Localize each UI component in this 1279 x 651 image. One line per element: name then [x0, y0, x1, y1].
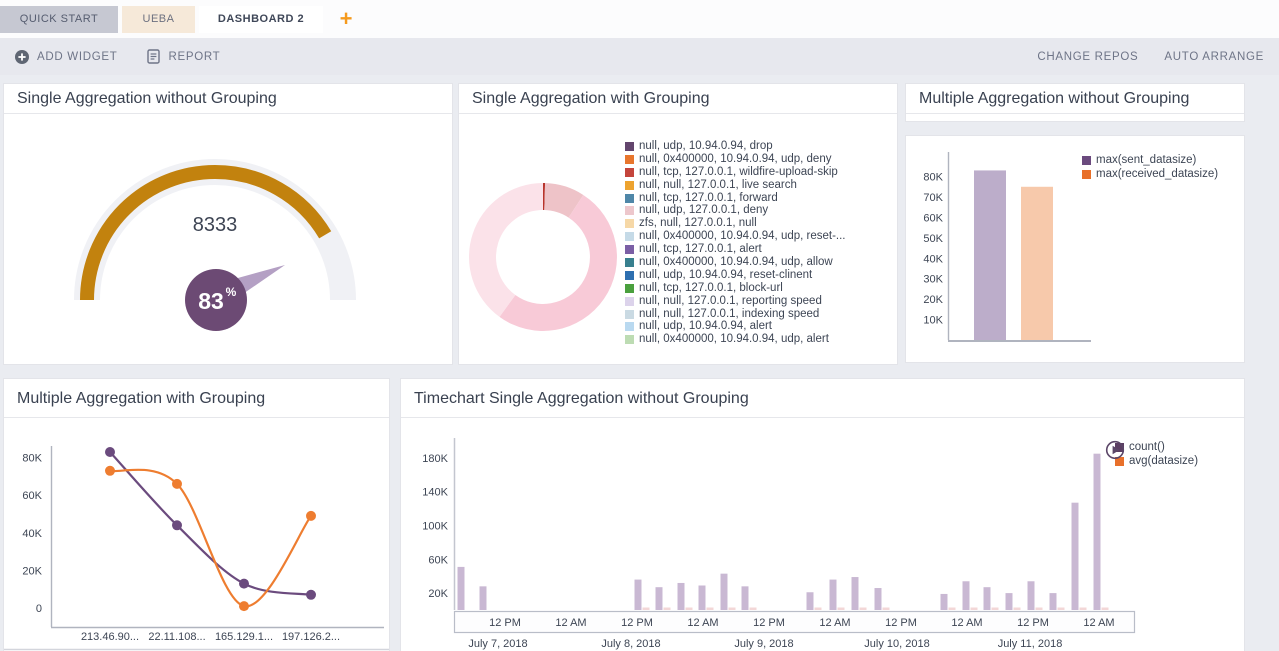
svg-text:0: 0 [36, 603, 42, 615]
timechart: count() avg(datasize) 20K60K100K140K180K… [401, 418, 1244, 651]
svg-text:20K: 20K [923, 294, 943, 306]
svg-text:12 PM: 12 PM [489, 617, 521, 629]
svg-text:70K: 70K [923, 192, 943, 204]
svg-text:July 11, 2018: July 11, 2018 [998, 638, 1063, 650]
svg-text:60K: 60K [22, 490, 42, 502]
donut-chart: null, udp, 10.94.0.94, dropnull, 0x40000… [459, 114, 897, 364]
svg-text:20K: 20K [428, 588, 448, 600]
widget-timechart-single-aggregation[interactable]: Timechart Single Aggregation without Gro… [400, 378, 1245, 651]
svg-text:50K: 50K [923, 233, 943, 245]
svg-text:22.11.108...: 22.11.108... [148, 631, 205, 643]
widget-single-aggregation-without-grouping[interactable]: Single Aggregation without Grouping 8333… [3, 83, 453, 365]
tab-ueba[interactable]: UEBA [122, 6, 195, 33]
svg-text:12 AM: 12 AM [819, 617, 850, 629]
report-label: REPORT [168, 51, 220, 63]
svg-text:140K: 140K [422, 487, 448, 499]
svg-text:165.129.1...: 165.129.1... [215, 631, 273, 643]
svg-text:12 PM: 12 PM [621, 617, 653, 629]
svg-text:100K: 100K [422, 521, 448, 533]
svg-text:July 8, 2018: July 8, 2018 [601, 638, 660, 650]
dashboard-canvas: Single Aggregation without Grouping 8333… [0, 75, 1279, 651]
widget-multiple-aggregation-without-grouping-title[interactable]: Multiple Aggregation without Grouping [905, 83, 1245, 122]
svg-text:12 AM: 12 AM [687, 617, 718, 629]
svg-text:213.46.90...: 213.46.90... [81, 631, 139, 643]
grouped-bar-chart: max(sent_datasize) max(received_datasize… [906, 136, 1244, 362]
plus-circle-icon [15, 50, 29, 64]
svg-text:197.126.2...: 197.126.2... [282, 631, 340, 643]
widget-single-aggregation-with-grouping[interactable]: Single Aggregation with Grouping null, u… [458, 83, 898, 365]
svg-text:12 PM: 12 PM [1017, 617, 1049, 629]
svg-text:8333: 8333 [193, 214, 238, 236]
report-button[interactable]: REPORT [147, 49, 220, 64]
widget-multiple-aggregation-without-grouping-body[interactable]: max(sent_datasize) max(received_datasize… [905, 135, 1245, 363]
tab-bar: QUICK START UEBA DASHBOARD 2 + [0, 0, 1279, 38]
svg-text:12 AM: 12 AM [951, 617, 982, 629]
svg-text:%: % [226, 285, 237, 299]
svg-text:83: 83 [198, 288, 224, 314]
svg-text:July 7, 2018: July 7, 2018 [468, 638, 527, 650]
svg-text:July 10, 2018: July 10, 2018 [864, 638, 929, 650]
svg-text:12 AM: 12 AM [555, 617, 586, 629]
svg-text:30K: 30K [923, 274, 943, 286]
add-widget-label: ADD WIDGET [37, 51, 117, 63]
svg-text:12 PM: 12 PM [753, 617, 785, 629]
svg-text:180K: 180K [422, 453, 448, 465]
add-tab-button[interactable]: + [333, 4, 359, 33]
widget-title: Timechart Single Aggregation without Gro… [401, 379, 1244, 418]
line-chart: 0 20K 40K 60K 80K 213.46.90... 22.11.108... 165… [4, 418, 389, 651]
svg-text:60K: 60K [428, 554, 448, 566]
report-document-icon [147, 49, 160, 64]
widget-title: Single Aggregation without Grouping [4, 84, 452, 114]
svg-text:40K: 40K [923, 253, 943, 265]
svg-text:July 9, 2018: July 9, 2018 [734, 638, 793, 650]
svg-text:12 AM: 12 AM [1083, 617, 1114, 629]
widget-title: Single Aggregation with Grouping [459, 84, 897, 114]
svg-text:40K: 40K [22, 528, 42, 540]
tab-quick-start[interactable]: QUICK START [0, 6, 118, 33]
change-repos-button[interactable]: CHANGE REPOS [1037, 51, 1138, 63]
dashboard-toolbar: ADD WIDGET REPORT CHANGE REPOS AUTO ARRA… [0, 38, 1279, 75]
auto-arrange-button[interactable]: AUTO ARRANGE [1164, 51, 1264, 63]
svg-text:10K: 10K [923, 315, 943, 327]
svg-text:20K: 20K [22, 565, 42, 577]
widget-title: Multiple Aggregation with Grouping [4, 379, 389, 418]
gauge-chart: 8333 83% [4, 114, 452, 364]
tab-dashboard-2[interactable]: DASHBOARD 2 [199, 6, 323, 33]
svg-text:60K: 60K [923, 212, 943, 224]
svg-text:80K: 80K [923, 172, 943, 184]
svg-text:80K: 80K [22, 453, 42, 465]
widget-title: Multiple Aggregation without Grouping [906, 84, 1244, 114]
add-widget-button[interactable]: ADD WIDGET [15, 50, 117, 64]
widget-multiple-aggregation-with-grouping[interactable]: Multiple Aggregation with Grouping 0 20K 4… [3, 378, 390, 651]
svg-text:12 PM: 12 PM [885, 617, 917, 629]
